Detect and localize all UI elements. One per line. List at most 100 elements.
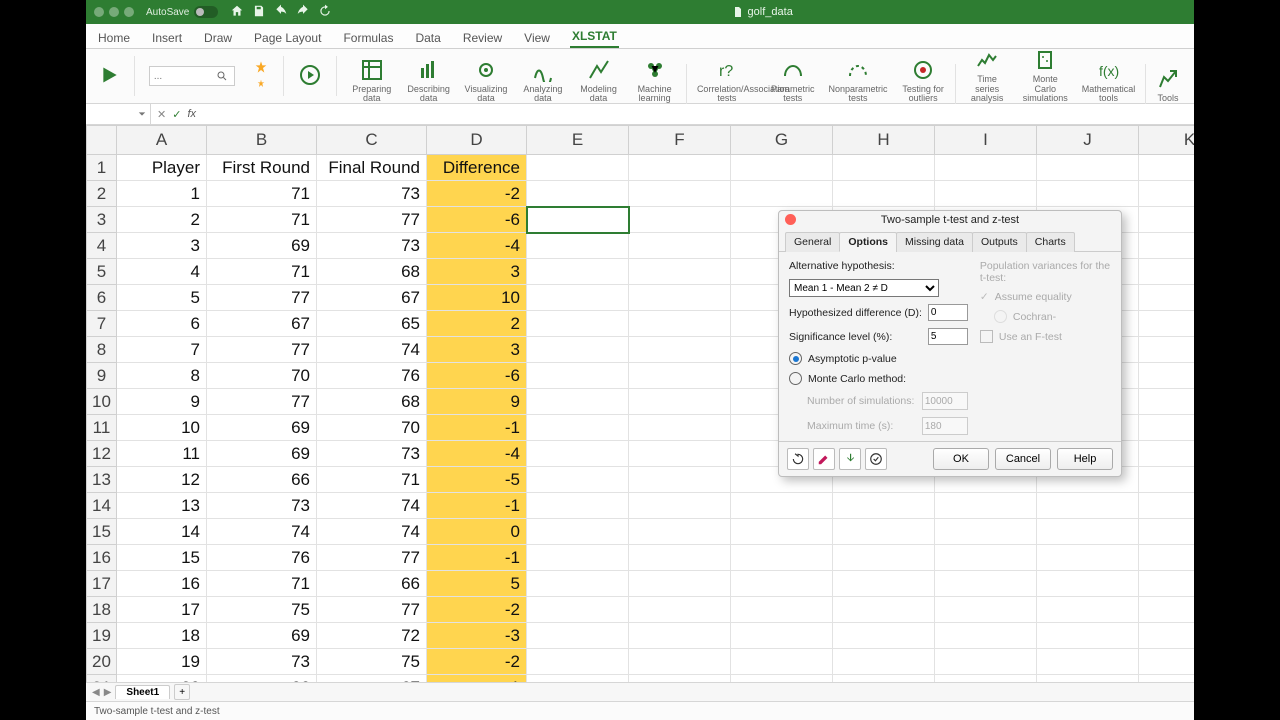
edit-icon[interactable] xyxy=(813,448,835,470)
cell[interactable]: -1 xyxy=(427,545,527,571)
cell[interactable]: 73 xyxy=(317,233,427,259)
cell[interactable]: 68 xyxy=(317,389,427,415)
row-8[interactable]: 8 xyxy=(87,337,117,363)
cell[interactable]: 16 xyxy=(117,571,207,597)
cancel-formula-icon[interactable]: ✕ xyxy=(157,108,166,121)
undo-icon[interactable] xyxy=(274,4,288,21)
ribbon-tab-xlstat[interactable]: XLSTAT xyxy=(570,26,619,48)
cell[interactable]: 77 xyxy=(207,389,317,415)
cell[interactable]: 77 xyxy=(317,545,427,571)
dropdown-icon[interactable] xyxy=(138,110,146,118)
dialog-tab-charts[interactable]: Charts xyxy=(1026,232,1075,252)
cell[interactable]: -6 xyxy=(427,363,527,389)
cell[interactable]: 77 xyxy=(317,207,427,233)
dialog-close-icon[interactable] xyxy=(785,214,796,225)
hyp-diff-input[interactable] xyxy=(928,304,968,321)
cell[interactable] xyxy=(629,181,731,207)
cell[interactable]: -4 xyxy=(427,441,527,467)
cell[interactable] xyxy=(1139,181,1195,207)
autosave-toggle[interactable] xyxy=(194,6,218,18)
cell[interactable] xyxy=(731,519,833,545)
cell[interactable] xyxy=(935,493,1037,519)
cell[interactable] xyxy=(527,259,629,285)
redo-icon[interactable] xyxy=(296,4,310,21)
zoom-window-icon[interactable] xyxy=(124,7,134,17)
cell[interactable] xyxy=(1139,207,1195,233)
cell[interactable] xyxy=(1139,155,1195,181)
cell[interactable] xyxy=(935,545,1037,571)
cell[interactable]: First Round xyxy=(207,155,317,181)
cell[interactable] xyxy=(629,441,731,467)
cell[interactable]: 18 xyxy=(117,623,207,649)
ribbon-tab-page-layout[interactable]: Page Layout xyxy=(252,28,323,48)
dialog-tab-general[interactable]: General xyxy=(785,232,840,252)
cell[interactable]: -2 xyxy=(427,181,527,207)
row-5[interactable]: 5 xyxy=(87,259,117,285)
cell[interactable]: 15 xyxy=(117,545,207,571)
cell[interactable]: 0 xyxy=(427,519,527,545)
cell[interactable]: 71 xyxy=(207,259,317,285)
row-21[interactable]: 21 xyxy=(87,675,117,683)
ribbon-tab-review[interactable]: Review xyxy=(461,28,504,48)
cell[interactable]: 6 xyxy=(117,311,207,337)
cell[interactable] xyxy=(527,571,629,597)
row-15[interactable]: 15 xyxy=(87,519,117,545)
row-1[interactable]: 1 xyxy=(87,155,117,181)
cell[interactable]: 76 xyxy=(317,363,427,389)
cell[interactable] xyxy=(731,597,833,623)
cell[interactable]: 13 xyxy=(117,493,207,519)
cell[interactable]: 11 xyxy=(117,441,207,467)
col-D[interactable]: D xyxy=(427,126,527,155)
cell[interactable]: 67 xyxy=(317,285,427,311)
run-button[interactable] xyxy=(96,65,124,87)
cell[interactable] xyxy=(731,493,833,519)
cell[interactable] xyxy=(935,155,1037,181)
cell[interactable] xyxy=(731,649,833,675)
cell[interactable]: 10 xyxy=(427,285,527,311)
window-traffic-lights[interactable] xyxy=(94,7,134,17)
cell[interactable] xyxy=(629,675,731,683)
cell[interactable] xyxy=(527,415,629,441)
cell[interactable] xyxy=(1037,181,1139,207)
cell[interactable] xyxy=(1037,623,1139,649)
sig-level-input[interactable] xyxy=(928,328,968,345)
cell[interactable] xyxy=(731,155,833,181)
cell[interactable] xyxy=(1139,467,1195,493)
cell[interactable]: -1 xyxy=(427,415,527,441)
cell[interactable] xyxy=(629,389,731,415)
cell[interactable] xyxy=(1139,337,1195,363)
cell[interactable]: 7 xyxy=(117,337,207,363)
cell[interactable]: 69 xyxy=(207,233,317,259)
cell[interactable] xyxy=(527,311,629,337)
col-F[interactable]: F xyxy=(629,126,731,155)
cell[interactable] xyxy=(1139,259,1195,285)
cell[interactable]: -6 xyxy=(427,207,527,233)
cell[interactable] xyxy=(1139,675,1195,683)
cell[interactable]: 5 xyxy=(427,571,527,597)
cell[interactable]: 14 xyxy=(117,519,207,545)
row-11[interactable]: 11 xyxy=(87,415,117,441)
cell[interactable] xyxy=(1139,311,1195,337)
cell[interactable] xyxy=(629,155,731,181)
search-input[interactable] xyxy=(149,66,235,86)
cell[interactable]: 66 xyxy=(207,675,317,683)
ok-button[interactable]: OK xyxy=(933,448,989,470)
row-16[interactable]: 16 xyxy=(87,545,117,571)
cell[interactable] xyxy=(629,207,731,233)
col-G[interactable]: G xyxy=(731,126,833,155)
cell[interactable] xyxy=(935,181,1037,207)
cell[interactable] xyxy=(527,207,629,233)
row-18[interactable]: 18 xyxy=(87,597,117,623)
cancel-button[interactable]: Cancel xyxy=(995,448,1051,470)
cell[interactable]: 73 xyxy=(207,649,317,675)
cell[interactable]: Player xyxy=(117,155,207,181)
cell[interactable] xyxy=(629,285,731,311)
home-icon[interactable] xyxy=(230,4,244,21)
ribbon-preparing-data[interactable]: Preparing data xyxy=(346,58,397,105)
cell[interactable] xyxy=(527,467,629,493)
cell[interactable] xyxy=(731,181,833,207)
cell[interactable]: 5 xyxy=(117,285,207,311)
cell[interactable]: 70 xyxy=(317,415,427,441)
cell[interactable] xyxy=(1139,233,1195,259)
cell[interactable]: 67 xyxy=(317,675,427,683)
